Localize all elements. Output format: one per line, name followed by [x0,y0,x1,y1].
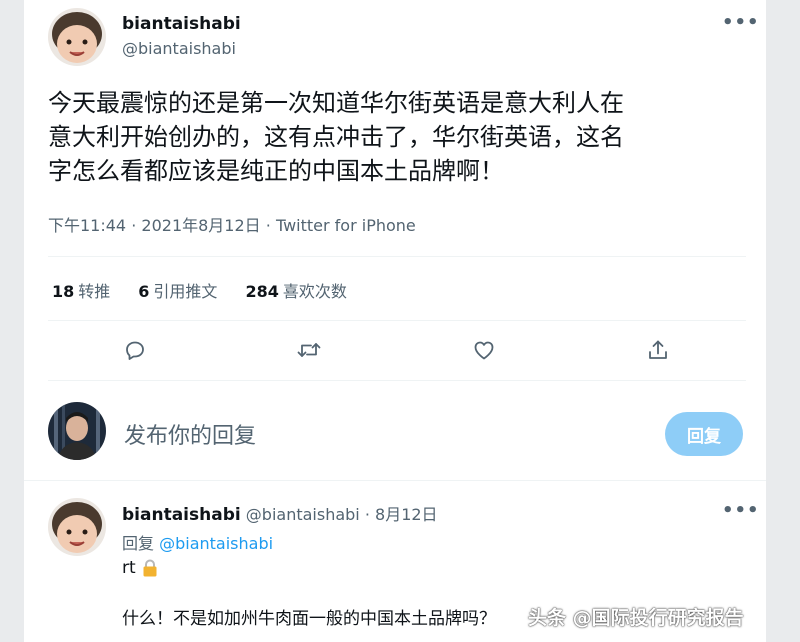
author-handle[interactable]: @biantaishabi [122,39,236,58]
lock-icon [143,559,157,577]
reply-author-handle[interactable]: @biantaishabi [246,505,360,524]
tweet-source[interactable]: Twitter for iPhone [276,216,416,235]
tweet-text: 今天最震惊的还是第一次知道华尔街英语是意大利人在 意大利开始创办的，这有点冲击了… [48,86,748,188]
reply-text-line-2: 什么！不是如加州牛肉面一般的中国本土品牌吗？ [122,609,496,629]
reply-author-avatar[interactable] [48,498,106,556]
divider [48,320,746,321]
likes-count: 284 [245,282,279,301]
reply-action-button[interactable] [118,333,152,367]
meta-separator: · [131,216,137,235]
reply-text: rt [122,558,136,578]
watermark-text: 头条 @国际投行研究报告 [528,607,744,629]
heart-icon [474,341,494,360]
tweet-text-line: 意大利开始创办的，这有点冲击了，华尔街英语，这名 [48,123,624,151]
tweet-time[interactable]: 下午11:44 [48,216,126,235]
reply-text-line: rt [122,558,160,578]
meta-separator: · [265,216,271,235]
replying-to-link[interactable]: @biantaishabi [159,534,273,553]
watermark: 头条 @国际投行研究报告 [500,603,744,630]
retweets-count: 18 [52,282,75,301]
replying-to-prefix: 回复 [122,534,155,553]
more-icon: ••• [722,500,760,521]
tweet-text-line: 字怎么看都应该是纯正的中国本土品牌啊！ [48,157,504,185]
tweet-text-line: 今天最震惊的还是第一次知道华尔街英语是意大利人在 [48,89,624,117]
retweets-stat[interactable]: 18 转推 [52,278,110,302]
quotes-stat[interactable]: 6 引用推文 [138,278,217,302]
quotes-count: 6 [138,282,150,301]
more-options-button[interactable]: ••• [722,12,760,33]
toutiao-logo-icon [501,606,521,627]
tweet-date[interactable]: 2021年8月12日 [141,216,260,235]
tweet-meta: 下午11:44 · 2021年8月12日 · Twitter for iPhon… [48,212,416,236]
reply-submit-button[interactable]: 回复 [665,412,743,456]
share-icon [649,340,667,359]
likes-stat[interactable]: 284 喜欢次数 [245,278,346,302]
tweet-card: biantaishabi @biantaishabi ••• 今天最震惊的还是第… [24,0,766,642]
divider [48,256,746,257]
reply-more-options-button[interactable]: ••• [722,500,760,521]
retweet-icon [297,343,321,357]
like-action-button[interactable] [467,333,501,367]
divider [48,380,746,381]
reply-compose-input[interactable]: 发布你的回复 [124,418,624,450]
share-action-button[interactable] [641,333,675,367]
divider [24,480,766,481]
user-avatar[interactable] [48,402,106,460]
replying-to: 回复 @biantaishabi [122,530,273,554]
retweet-action-button[interactable] [292,333,326,367]
reply-header: biantaishabi @biantaishabi · 8月12日 [122,501,438,525]
reply-icon [126,341,144,360]
reply-date[interactable]: 8月12日 [375,505,438,524]
author-name[interactable]: biantaishabi [122,14,241,34]
more-icon: ••• [722,12,760,33]
reply-author-name[interactable]: biantaishabi [122,505,241,525]
retweets-label: 转推 [78,282,111,301]
author-avatar[interactable] [48,8,106,66]
quotes-label: 引用推文 [153,282,218,301]
stats-row: 18 转推 6 引用推文 284 喜欢次数 [52,278,347,302]
meta-separator: · [364,505,370,524]
likes-label: 喜欢次数 [282,282,347,301]
